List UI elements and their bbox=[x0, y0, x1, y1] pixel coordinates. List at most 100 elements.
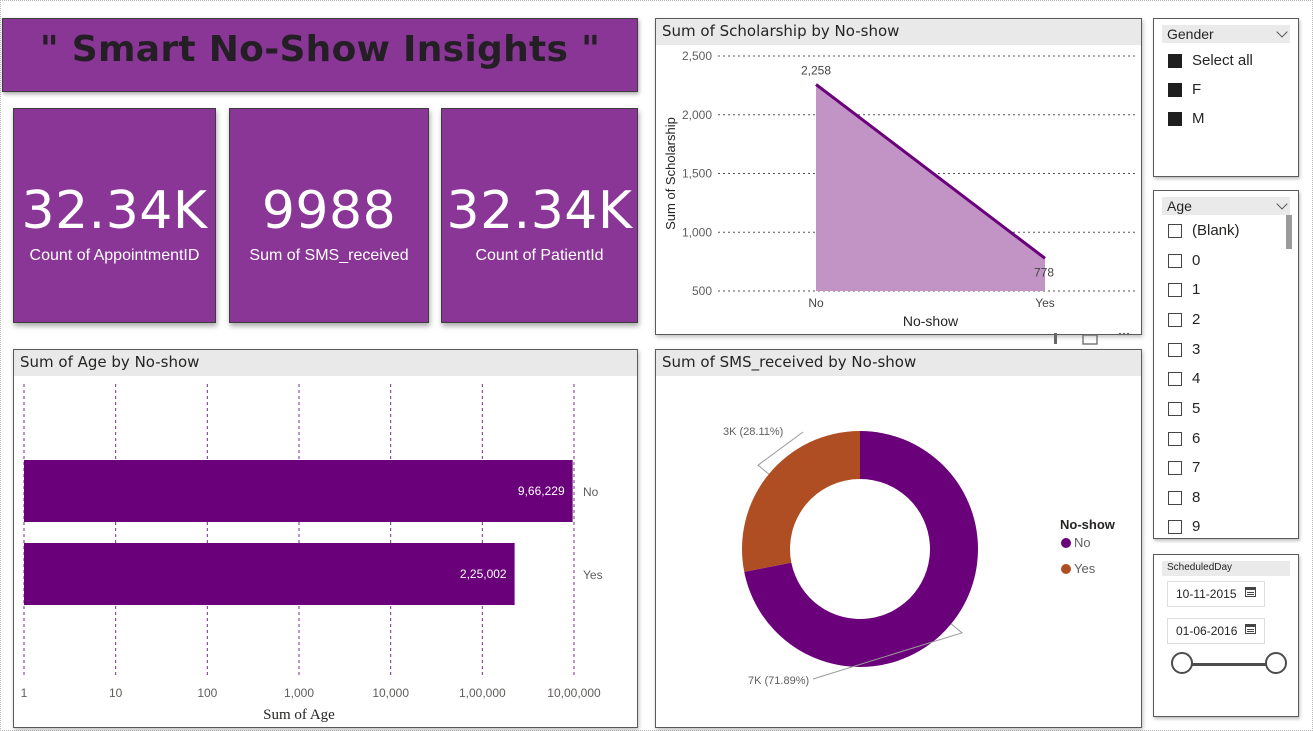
visual-header-icons bbox=[1054, 332, 1130, 345]
y-tick-label: 1,000 bbox=[682, 225, 712, 239]
checkbox[interactable] bbox=[1168, 461, 1182, 475]
area-fill bbox=[816, 84, 1045, 291]
data-label: 3K (28.11%) bbox=[723, 426, 783, 438]
kpi-card-appointments[interactable]: 32.34K Count of AppointmentID bbox=[13, 108, 216, 323]
y-tick-label: 2,000 bbox=[682, 108, 712, 122]
checkbox[interactable] bbox=[1168, 254, 1182, 268]
kpi-label: Count of PatientId bbox=[475, 247, 604, 264]
option-label: Select all bbox=[1192, 52, 1253, 69]
gender-slicer: Gender Select all F M bbox=[1153, 18, 1299, 177]
checkbox[interactable] bbox=[1168, 432, 1182, 446]
slicer-title: Gender bbox=[1167, 26, 1214, 42]
option-label: 9 bbox=[1192, 518, 1201, 535]
slicer-scrollbar[interactable] bbox=[1286, 215, 1292, 249]
checkbox[interactable] bbox=[1168, 491, 1182, 505]
option-label: 0 bbox=[1192, 252, 1201, 269]
kpi-value: 32.34K bbox=[446, 181, 633, 241]
x-axis-title: Sum of Age bbox=[263, 707, 335, 723]
date-range-end-handle[interactable] bbox=[1265, 652, 1287, 674]
checkbox[interactable] bbox=[1168, 83, 1182, 97]
slicer-header[interactable]: Gender bbox=[1162, 25, 1290, 43]
legend-title: No-show bbox=[1060, 517, 1116, 532]
data-label: 9,66,229 bbox=[518, 484, 565, 498]
option-label: 5 bbox=[1192, 400, 1201, 417]
end-date-value: 01-06-2016 bbox=[1176, 624, 1238, 638]
kpi-card-sms[interactable]: 9988 Sum of SMS_received bbox=[229, 108, 429, 323]
slicer-title: ScheduledDay bbox=[1167, 562, 1233, 573]
scholarship-area-chart: 500 1,000 1,500 2,000 2,500 2,258 778 No Yes No-s… bbox=[663, 49, 1136, 329]
x-tick-label: 1,00,000 bbox=[459, 686, 506, 700]
age-slicer: Age (Blank) 0 1 2 3 4 5 6 7 8 9 bbox=[1153, 190, 1299, 539]
checkbox[interactable] bbox=[1168, 402, 1182, 416]
option-label: (Blank) bbox=[1192, 222, 1240, 239]
donut-slice bbox=[742, 431, 860, 572]
legend-label: Yes bbox=[1074, 561, 1096, 576]
option-label: 8 bbox=[1192, 489, 1201, 506]
x-tick-label: 10,000 bbox=[372, 686, 409, 700]
option-label: 1 bbox=[1192, 281, 1201, 298]
x-tick-label: 10 bbox=[109, 686, 123, 700]
data-label: 7K (71.89%) bbox=[748, 675, 809, 687]
date-range-start-handle[interactable] bbox=[1171, 652, 1193, 674]
bar bbox=[24, 543, 515, 605]
start-date-value: 10-11-2015 bbox=[1176, 587, 1237, 601]
slicer-header: ScheduledDay bbox=[1162, 561, 1290, 576]
y-tick-label: 1,500 bbox=[682, 167, 712, 181]
checkbox[interactable] bbox=[1168, 313, 1182, 327]
more-options-icon[interactable] bbox=[1118, 332, 1130, 336]
x-tick-label: No bbox=[808, 296, 824, 310]
option-label: 3 bbox=[1192, 341, 1201, 358]
x-tick-label: 1,000 bbox=[284, 686, 314, 700]
kpi-value: 32.34K bbox=[21, 181, 208, 241]
age-bar-visual[interactable]: Sum of Age by No-show 1 10 100 1,000 10,000 1… bbox=[13, 349, 638, 728]
date-range-track[interactable] bbox=[1182, 663, 1277, 666]
chevron-down-icon[interactable] bbox=[1276, 198, 1288, 210]
start-date-input[interactable]: 10-11-2015 bbox=[1167, 581, 1265, 607]
end-date-input[interactable]: 01-06-2016 bbox=[1167, 618, 1265, 644]
x-tick-label: 10,00,000 bbox=[547, 686, 601, 700]
kpi-value: 9988 bbox=[261, 181, 397, 241]
y-axis-title: Sum of Scholarship bbox=[663, 117, 678, 230]
option-label: 6 bbox=[1192, 430, 1201, 447]
option-label: 4 bbox=[1192, 370, 1201, 387]
slicer-title: Age bbox=[1167, 198, 1192, 214]
y-tick-label: 2,500 bbox=[682, 49, 712, 63]
calendar-icon[interactable] bbox=[1245, 587, 1256, 597]
checkbox[interactable] bbox=[1168, 224, 1182, 238]
legend-label: No bbox=[1074, 535, 1091, 550]
checkbox[interactable] bbox=[1168, 283, 1182, 297]
checkbox[interactable] bbox=[1168, 54, 1182, 68]
chevron-down-icon[interactable] bbox=[1276, 26, 1288, 38]
checkbox[interactable] bbox=[1168, 112, 1182, 126]
x-tick-label: 1 bbox=[21, 686, 28, 700]
kpi-label: Count of AppointmentID bbox=[29, 247, 200, 264]
data-label: 778 bbox=[1034, 265, 1054, 279]
legend-marker bbox=[1061, 564, 1071, 574]
checkbox[interactable] bbox=[1168, 343, 1182, 357]
kpi-label: Sum of SMS_received bbox=[249, 247, 409, 264]
x-tick-label: 100 bbox=[197, 686, 217, 700]
sms-donut-chart: 7K (71.89%) 3K (28.11%) No-show No Yes bbox=[723, 426, 1116, 687]
category-label: Yes bbox=[583, 568, 603, 582]
scholarship-area-visual[interactable]: Sum of Scholarship by No-show 500 1,000 1,… bbox=[655, 18, 1142, 335]
slicer-header[interactable]: Age bbox=[1162, 197, 1290, 215]
data-label: 2,258 bbox=[801, 63, 831, 77]
x-tick-label: Yes bbox=[1035, 296, 1055, 310]
legend-marker bbox=[1061, 538, 1071, 548]
checkbox[interactable] bbox=[1168, 520, 1182, 534]
option-label: F bbox=[1192, 81, 1202, 98]
calendar-icon[interactable] bbox=[1245, 624, 1256, 634]
checkbox[interactable] bbox=[1168, 372, 1182, 386]
sms-donut-visual[interactable]: Sum of SMS_received by No-show 7K (71.89… bbox=[655, 349, 1142, 728]
option-label: M bbox=[1192, 110, 1205, 127]
scheduled-day-slicer: ScheduledDay 10-11-2015 01-06-2016 bbox=[1153, 554, 1299, 717]
option-label: 7 bbox=[1192, 459, 1201, 476]
bar bbox=[24, 460, 573, 522]
data-label: 2,25,002 bbox=[460, 567, 507, 581]
report-title-card: " Smart No-Show Insights " bbox=[2, 18, 638, 92]
filter-icon[interactable] bbox=[1054, 333, 1057, 344]
kpi-card-patients[interactable]: 32.34K Count of PatientId bbox=[441, 108, 638, 323]
option-label: 2 bbox=[1192, 311, 1201, 328]
age-bar-chart: 1 10 100 1,000 10,000 1,00,000 10,00,000 9,66,2… bbox=[21, 384, 603, 723]
focus-mode-icon[interactable] bbox=[1082, 334, 1098, 345]
